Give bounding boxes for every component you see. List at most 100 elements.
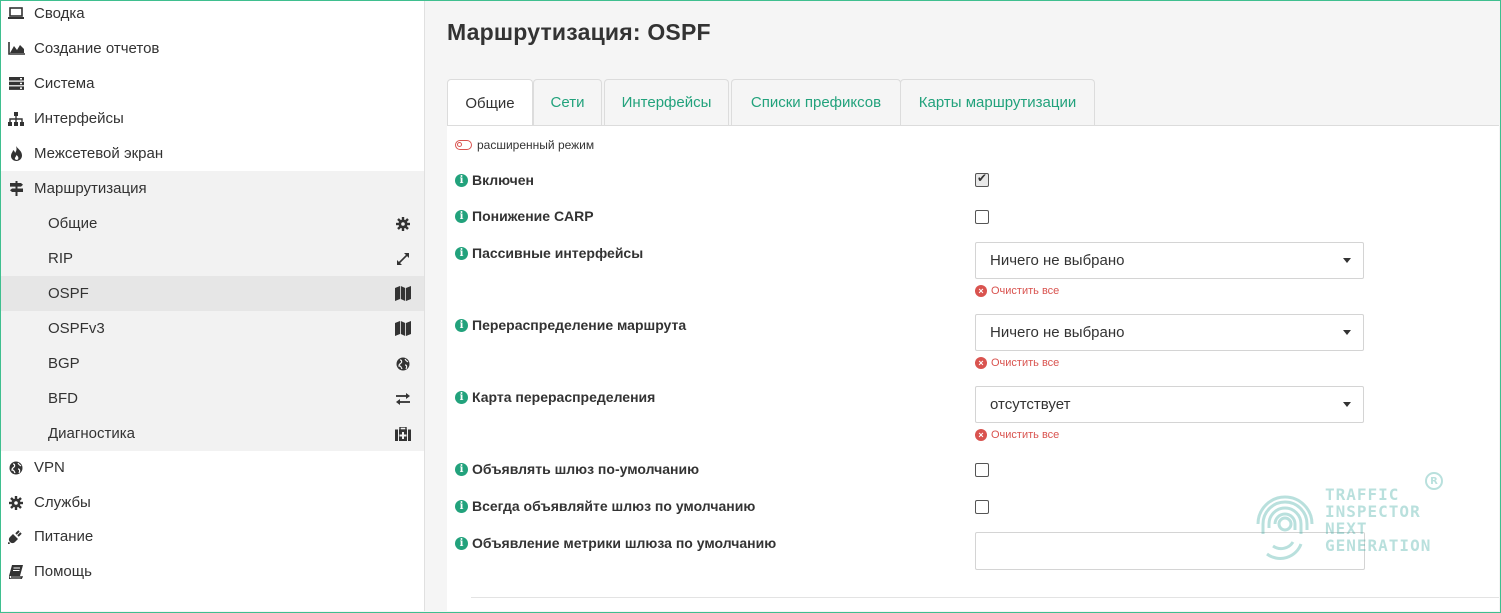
- redistribution-select[interactable]: Ничего не выбрано: [975, 314, 1364, 351]
- enabled-checkbox[interactable]: [975, 171, 989, 187]
- watermark-line: INSPECTOR: [1325, 502, 1421, 521]
- clear-label: Очистить все: [991, 285, 1060, 297]
- info-icon[interactable]: i: [455, 246, 468, 260]
- sidebar-item-firewall[interactable]: Межсетевой экран: [1, 136, 424, 171]
- divider: [471, 597, 1499, 598]
- sidebar-subitem-label: BFD: [48, 390, 78, 407]
- sidebar-item-power[interactable]: Питание: [1, 519, 424, 554]
- sidebar-subitem-label: Диагностика: [48, 425, 135, 442]
- remove-icon: ×: [975, 285, 987, 297]
- field-label: Карта перераспределения: [472, 389, 656, 405]
- remove-icon: ×: [975, 429, 987, 441]
- sidebar-item-routing[interactable]: Маршрутизация: [1, 171, 424, 206]
- caret-down-icon: [1343, 330, 1351, 335]
- tab-general[interactable]: Общие: [447, 79, 533, 127]
- registered-mark-icon: R: [1425, 472, 1443, 490]
- globe-icon: [394, 356, 412, 372]
- sidebar-item-label: Питание: [34, 528, 94, 545]
- field-label: Объявление метрики шлюза по умолчанию: [472, 535, 777, 551]
- carp-checkbox[interactable]: [975, 210, 989, 224]
- sidebar-item-help[interactable]: Помощь: [1, 554, 424, 589]
- fire-icon: [7, 146, 25, 162]
- caret-down-icon: [1343, 258, 1351, 263]
- info-icon[interactable]: i: [455, 499, 468, 513]
- passive-interfaces-label: i Пассивные интерфейсы: [455, 245, 643, 261]
- watermark-line: GENERATION: [1325, 536, 1432, 555]
- sidebar-item-summary[interactable]: Сводка: [1, 0, 424, 31]
- clear-label: Очистить все: [991, 429, 1060, 441]
- info-icon[interactable]: i: [455, 209, 468, 223]
- select-value: Ничего не выбрано: [990, 252, 1125, 269]
- sidebar-item-label: Система: [34, 75, 95, 92]
- remove-icon: ×: [975, 357, 987, 369]
- redistribution-label: i Перераспределение маршрута: [455, 317, 686, 333]
- info-icon[interactable]: i: [455, 536, 468, 550]
- tab-label: Общие: [465, 95, 515, 112]
- sidebar-subitem-label: RIP: [48, 250, 74, 267]
- tab-label: Интерфейсы: [621, 94, 712, 111]
- sidebar-item-interfaces[interactable]: Интерфейсы: [1, 101, 424, 136]
- globe-icon: [7, 460, 25, 476]
- sidebar-item-vpn[interactable]: VPN: [1, 450, 424, 485]
- redistribution-map-select[interactable]: отсутствует: [975, 386, 1364, 423]
- sidebar-subitem-bfd[interactable]: BFD: [1, 381, 424, 416]
- carp-label: i Понижение CARP: [455, 208, 594, 224]
- page-title: Маршрутизация: OSPF: [447, 19, 711, 45]
- always-default-gateway-label: i Всегда объявляйте шлюз по умолчанию: [455, 498, 755, 514]
- field-label: Всегда объявляйте шлюз по умолчанию: [472, 498, 756, 514]
- tab-route-maps[interactable]: Карты маршрутизации: [900, 79, 1095, 125]
- sidebar-item-services[interactable]: Службы: [1, 485, 424, 520]
- sidebar-item-label: Маршрутизация: [34, 180, 147, 197]
- tab-interfaces[interactable]: Интерфейсы: [604, 79, 729, 125]
- watermark-line: TRAFFIC: [1325, 485, 1400, 504]
- always-default-gateway-checkbox[interactable]: [975, 500, 989, 514]
- sidebar-subitem-diagnostics[interactable]: Диагностика: [1, 416, 424, 451]
- sidebar-subitem-label: OSPFv3: [48, 320, 105, 337]
- field-label: Перераспределение маршрута: [472, 317, 687, 333]
- sidebar-subitem-ospfv3[interactable]: OSPFv3: [1, 311, 424, 346]
- sidebar-subitem-general[interactable]: Общие: [1, 206, 424, 241]
- info-icon[interactable]: i: [455, 173, 468, 187]
- select-value: Ничего не выбрано: [990, 324, 1125, 341]
- tab-label: Сети: [550, 94, 585, 111]
- enabled-label: i Включен: [455, 172, 534, 188]
- default-gateway-checkbox[interactable]: [975, 463, 989, 477]
- gateway-metric-label: i Объявление метрики шлюза по умолчанию: [455, 535, 776, 551]
- info-icon[interactable]: i: [455, 390, 468, 404]
- sidebar-subitem-ospf[interactable]: OSPF: [1, 276, 424, 311]
- field-label: Понижение CARP: [472, 208, 594, 224]
- redistribution-clear-all[interactable]: × Очистить все: [975, 357, 1059, 369]
- redistribution-map-label: i Карта перераспределения: [455, 389, 655, 405]
- passive-interfaces-select[interactable]: Ничего не выбрано: [975, 242, 1364, 279]
- info-icon[interactable]: i: [455, 462, 468, 476]
- default-gateway-label: i Объявлять шлюз по-умолчанию: [455, 461, 699, 477]
- watermark-logo: TRAFFIC INSPECTOR NEXT GENERATION R: [1253, 472, 1453, 572]
- passive-clear-all[interactable]: × Очистить все: [975, 285, 1059, 297]
- sidebar-item-label: VPN: [34, 459, 65, 476]
- tab-networks[interactable]: Сети: [533, 79, 602, 125]
- redistribution-map-clear-all[interactable]: × Очистить все: [975, 429, 1059, 441]
- field-label: Пассивные интерфейсы: [472, 245, 644, 261]
- sidebar-item-reporting[interactable]: Создание отчетов: [1, 31, 424, 66]
- tab-label: Списки префиксов: [750, 94, 882, 111]
- sidebar-subitem-label: BGP: [48, 355, 80, 372]
- sidebar-item-label: Создание отчетов: [34, 40, 160, 57]
- sidebar-item-label: Службы: [34, 494, 91, 511]
- toggle-icon: [455, 140, 472, 150]
- signpost-icon: [7, 181, 25, 197]
- info-icon[interactable]: i: [455, 318, 468, 332]
- map-icon: [394, 321, 412, 337]
- sidebar-item-label: Межсетевой экран: [34, 145, 164, 162]
- advanced-mode-toggle[interactable]: расширенный режим: [455, 138, 594, 152]
- sidebar-item-system[interactable]: Система: [1, 66, 424, 101]
- sidebar-subitem-rip[interactable]: RIP: [1, 241, 424, 276]
- medkit-icon: [394, 426, 412, 442]
- sidebar-subitem-bgp[interactable]: BGP: [1, 346, 424, 381]
- tab-prefix-lists[interactable]: Списки префиксов: [731, 79, 901, 125]
- select-value: отсутствует: [990, 396, 1071, 413]
- clear-label: Очистить все: [991, 357, 1060, 369]
- area-chart-icon: [7, 41, 25, 57]
- server-icon: [7, 76, 25, 92]
- sidebar: Сводка Создание отчетов Система Интерфей…: [1, 1, 425, 611]
- tab-label: Карты маршрутизации: [918, 94, 1077, 111]
